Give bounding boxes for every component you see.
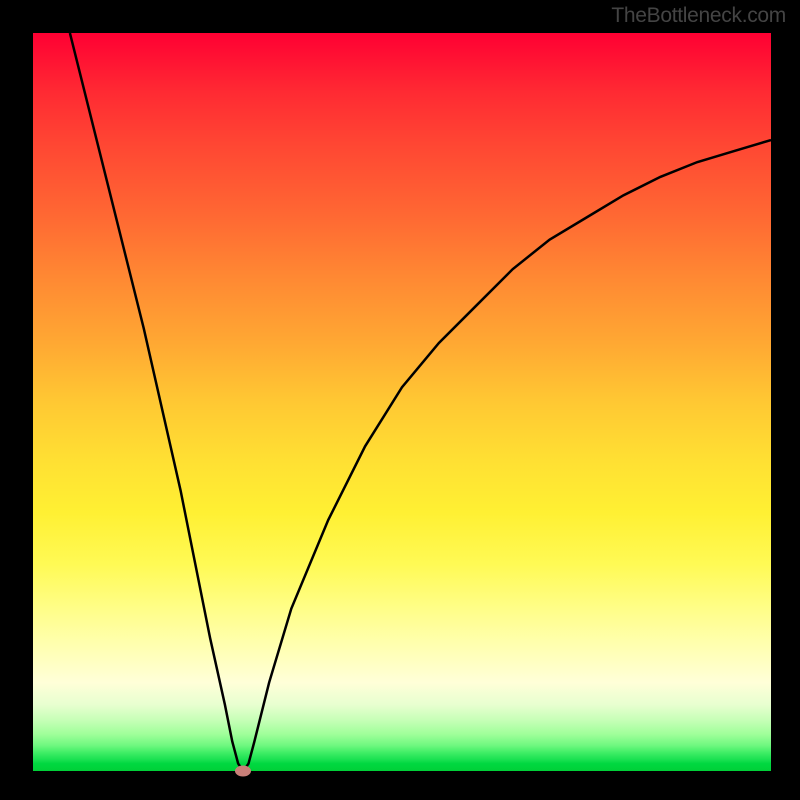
chart-curve xyxy=(33,33,771,771)
watermark-text: TheBottleneck.com xyxy=(611,4,786,28)
chart-plot-area xyxy=(33,33,771,771)
minimum-marker xyxy=(235,766,251,777)
